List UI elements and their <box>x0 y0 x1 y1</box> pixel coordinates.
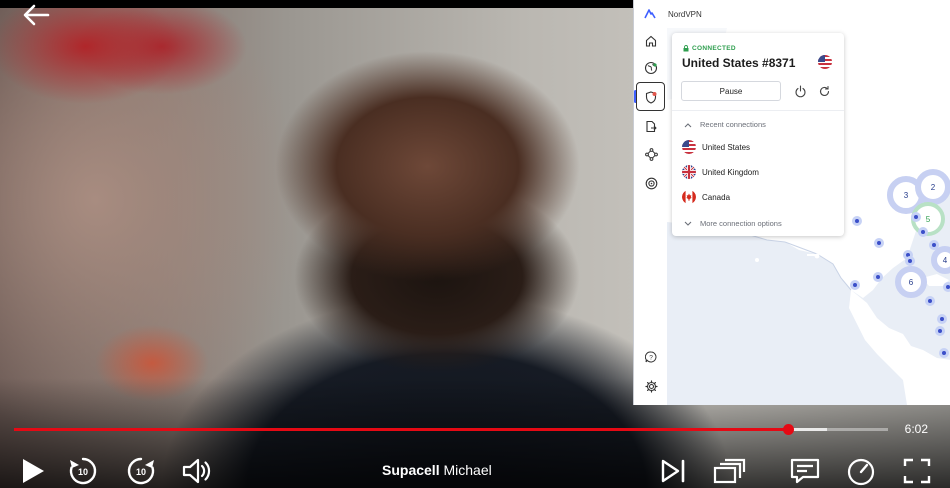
server-dot[interactable] <box>929 240 939 250</box>
nordvpn-logo-icon <box>644 9 656 19</box>
time-remaining: 6:02 <box>904 422 928 436</box>
server-dot[interactable] <box>918 227 928 237</box>
server-dot[interactable] <box>939 348 949 358</box>
progress-fill <box>14 428 789 431</box>
show-title: Supacell <box>382 462 440 478</box>
recent-item-uk[interactable]: United Kingdom <box>682 165 759 179</box>
play-button[interactable] <box>14 454 52 488</box>
rewind-seconds: 10 <box>77 467 89 478</box>
map-cluster[interactable]: 6 <box>895 266 927 298</box>
recent-connections-toggle[interactable]: Recent connections <box>684 120 766 129</box>
server-dot[interactable] <box>873 272 883 282</box>
map-cluster[interactable]: 2 <box>915 169 950 205</box>
help-icon[interactable]: ? <box>642 348 660 366</box>
server-dot[interactable] <box>852 216 862 226</box>
episode-title: Supacell Michael <box>382 462 492 478</box>
uk-flag-icon <box>682 165 696 179</box>
recent-item-canada[interactable]: Canada <box>682 190 730 204</box>
country-label: United States <box>702 142 751 152</box>
connection-status: CONNECTED <box>683 45 736 52</box>
recent-connections-label: Recent connections <box>700 120 766 129</box>
fullscreen-icon <box>903 458 931 484</box>
server-dot[interactable] <box>937 314 947 324</box>
target-icon[interactable] <box>642 174 660 192</box>
svg-text:?: ? <box>649 354 653 361</box>
progress-bar[interactable] <box>14 424 888 435</box>
next-episode-icon <box>661 459 685 483</box>
server-dot[interactable] <box>925 296 935 306</box>
connection-card: CONNECTED United States #8371 Pause Rece… <box>672 33 844 236</box>
canada-flag-icon <box>682 190 696 204</box>
play-icon <box>23 459 44 483</box>
us-flag-icon <box>818 55 832 69</box>
card-divider <box>672 110 844 111</box>
more-connection-options[interactable]: More connection options <box>684 219 782 228</box>
forward-seconds: 10 <box>135 467 147 478</box>
pause-button[interactable]: Pause <box>681 81 781 101</box>
server-name: United States #8371 <box>682 56 796 70</box>
status-text: CONNECTED <box>692 45 736 52</box>
chevron-up-icon <box>684 122 692 127</box>
vpn-titlebar: NordVPN <box>634 0 950 28</box>
server-dot[interactable] <box>911 212 921 222</box>
vpn-app-title: NordVPN <box>668 10 702 19</box>
forward-10-button[interactable]: 10 <box>122 454 160 488</box>
server-dot[interactable] <box>874 238 884 248</box>
meshnet-icon[interactable] <box>642 145 660 163</box>
us-flag-icon <box>682 140 696 154</box>
episodes-icon <box>713 458 746 484</box>
lock-icon <box>683 45 689 52</box>
next-episode-button[interactable] <box>654 454 692 488</box>
recent-item-us[interactable]: United States <box>682 140 750 154</box>
refresh-icon <box>819 85 829 96</box>
rewind-10-button[interactable]: 10 <box>64 454 102 488</box>
volume-button[interactable] <box>178 454 216 488</box>
episode-name: Michael <box>443 462 492 478</box>
reconnect-button[interactable] <box>817 84 831 98</box>
server-dot[interactable] <box>850 280 860 290</box>
vpn-sidebar: ? <box>634 28 667 405</box>
server-dot[interactable] <box>905 256 915 266</box>
power-icon <box>795 84 805 97</box>
subtitles-button[interactable] <box>786 454 824 488</box>
subtitles-icon <box>790 458 820 484</box>
chevron-down-icon <box>684 221 692 226</box>
server-dot[interactable] <box>935 326 945 336</box>
playback-speed-button[interactable] <box>842 454 880 488</box>
shield-icon[interactable] <box>642 88 660 106</box>
more-options-label: More connection options <box>700 219 782 228</box>
back-arrow-icon[interactable] <box>22 4 50 26</box>
disconnect-button[interactable] <box>793 84 807 98</box>
home-icon[interactable] <box>642 32 660 50</box>
country-label: Canada <box>702 192 731 202</box>
volume-icon <box>182 458 211 484</box>
file-share-icon[interactable] <box>642 117 660 135</box>
server-dot[interactable] <box>943 282 950 292</box>
country-label: United Kingdom <box>702 167 759 177</box>
speed-icon <box>847 458 875 486</box>
episodes-button[interactable] <box>710 454 748 488</box>
fullscreen-button[interactable] <box>898 454 936 488</box>
globe-icon[interactable] <box>642 59 660 77</box>
settings-icon[interactable] <box>642 377 660 395</box>
